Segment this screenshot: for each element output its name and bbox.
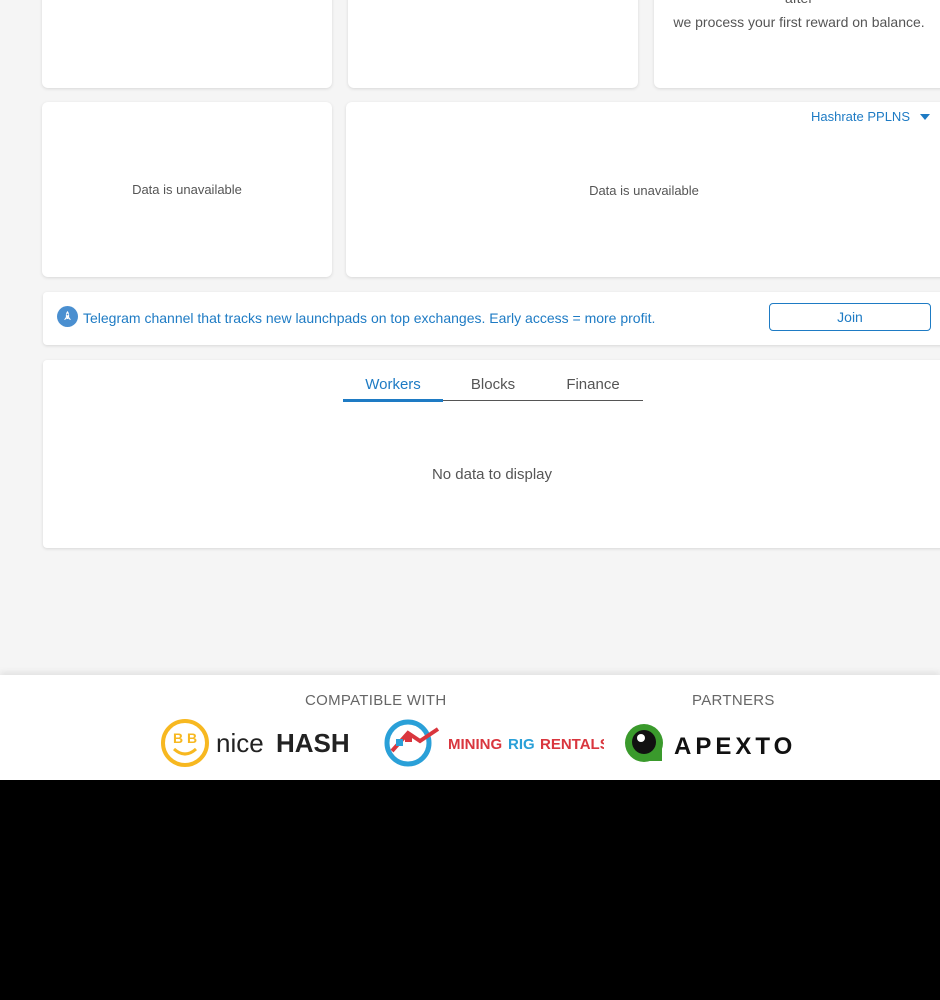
reward-note-line-2: we process your first reward on balance.: [673, 14, 925, 30]
partners-heading: PARTNERS: [692, 692, 775, 709]
empty-state-text: No data to display: [431, 466, 553, 483]
chart-card-left: Data is unavailable: [42, 102, 332, 277]
compatible-with-heading: COMPATIBLE WITH: [305, 692, 447, 709]
stat-card-1: [42, 0, 332, 88]
stat-card-3: after we process your first reward on ba…: [654, 0, 940, 88]
telegram-banner-link[interactable]: Telegram channel that tracks new launchp…: [83, 310, 655, 326]
hashrate-dropdown-label: Hashrate PPLNS: [811, 109, 910, 124]
caret-down-icon: [920, 113, 930, 120]
miningrigrentals-logo[interactable]: MINING RIG RENTALS: [382, 717, 604, 769]
data-unavailable-text: Data is unavailable: [589, 183, 699, 198]
apexto-logo[interactable]: APEXTO: [622, 717, 842, 769]
data-unavailable-text: Data is unavailable: [132, 182, 242, 197]
hashrate-chart-card: Hashrate PPLNS Data is unavailable: [346, 102, 940, 277]
workers-panel: Workers Blocks Finance No data to displa…: [43, 360, 940, 548]
nicehash-logo[interactable]: B B nice HASH: [160, 717, 350, 769]
stat-card-2: [348, 0, 638, 88]
svg-text:MINING: MINING: [448, 736, 502, 753]
svg-text:B B: B B: [173, 730, 197, 746]
svg-text:APEXTO: APEXTO: [674, 733, 796, 760]
reward-note-line-1: after: [654, 0, 940, 6]
svg-text:RIG: RIG: [508, 736, 535, 753]
hashrate-dropdown[interactable]: Hashrate PPLNS: [811, 109, 930, 124]
svg-text:RENTALS: RENTALS: [540, 736, 604, 753]
tab-blocks[interactable]: Blocks: [443, 376, 543, 400]
tab-finance[interactable]: Finance: [543, 376, 643, 400]
svg-text:HASH: HASH: [276, 728, 350, 758]
footer: COMPATIBLE WITH PARTNERS B B nice HASH M…: [0, 675, 940, 780]
telegram-banner: Telegram channel that tracks new launchp…: [43, 292, 940, 345]
tab-bar: Workers Blocks Finance: [343, 376, 643, 402]
svg-text:nice: nice: [216, 728, 264, 758]
join-button[interactable]: Join: [769, 303, 931, 331]
tab-workers[interactable]: Workers: [343, 376, 443, 402]
rocket-icon: [57, 306, 78, 327]
